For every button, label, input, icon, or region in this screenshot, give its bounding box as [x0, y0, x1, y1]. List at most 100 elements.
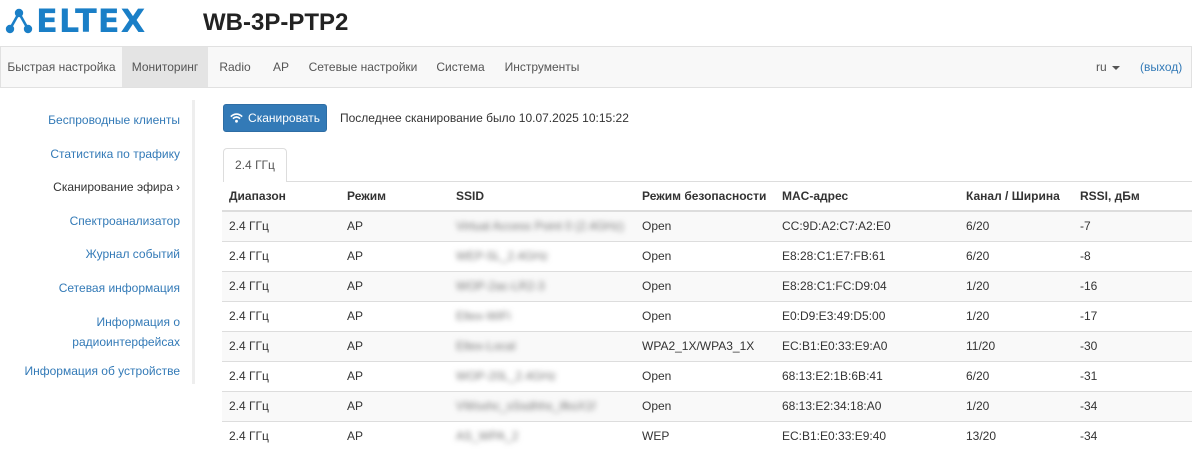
cell-ssid: Eltex-Local	[449, 330, 635, 361]
eltex-logo-icon	[5, 8, 33, 34]
cell-rssi: -7	[1073, 210, 1192, 241]
chevron-right-icon: ›	[176, 180, 180, 194]
last-scan-status: Последнее сканирование было 10.07.2025 1…	[340, 111, 629, 125]
cell-security: Open	[635, 360, 775, 391]
cell-mode: AP	[340, 270, 449, 301]
logout-link[interactable]: (выход)	[1140, 47, 1182, 87]
device-title: WB-3P-PTP2	[203, 9, 349, 36]
header: ELTEX WB-3P-PTP2	[0, 0, 1194, 46]
cell-band: 2.4 ГГц	[222, 330, 340, 361]
language-label: ru	[1096, 60, 1107, 74]
cell-ssid: VWsxhc_sSsdhhs_ifksX1f	[449, 390, 635, 421]
sidebar-item-air-scan[interactable]: Сканирование эфира ›	[53, 177, 180, 197]
cell-mode: AP	[340, 390, 449, 421]
cell-band: 2.4 ГГц	[222, 420, 340, 451]
cell-mac: E8:28:C1:E7:FB:61	[775, 240, 959, 271]
cell-band: 2.4 ГГц	[222, 270, 340, 301]
sidebar-item-label: Сканирование эфира	[53, 180, 173, 194]
nav-tools[interactable]: Инструменты	[495, 47, 589, 87]
cell-mode: AP	[340, 330, 449, 361]
nav-ap[interactable]: AP	[262, 47, 300, 87]
ssid-blurred-text: Eltex-WiFi	[456, 309, 511, 323]
table-row: 2.4 ГГц AP Eltex-WiFi Open E0:D9:E3:49:D5:00…	[222, 300, 1192, 331]
column-header-mode[interactable]: Режим	[340, 182, 449, 212]
cell-channel: 1/20	[959, 390, 1073, 421]
cell-mode: AP	[340, 360, 449, 391]
cell-ssid: WOP-20L_2.4GHz	[449, 360, 635, 391]
column-header-mac[interactable]: MAC-адрес	[775, 182, 959, 212]
cell-channel: 6/20	[959, 210, 1073, 241]
sidebar-item-label-line2: радиоинтерфейсах	[72, 335, 180, 349]
cell-band: 2.4 ГГц	[222, 300, 340, 331]
table-row: 2.4 ГГц AP Eltex-Local WPA2_1X/WPA3_1X EC:B1…	[222, 330, 1192, 361]
sidebar-item-event-log[interactable]: Журнал событий	[86, 244, 180, 264]
logo-text: ELTEX	[36, 2, 147, 40]
scan-button[interactable]: Сканировать	[223, 104, 327, 132]
cell-channel: 1/20	[959, 300, 1073, 331]
nav-radio[interactable]: Radio	[208, 47, 262, 87]
cell-band: 2.4 ГГц	[222, 240, 340, 271]
caret-down-icon	[1111, 65, 1120, 70]
cell-rssi: -34	[1073, 390, 1192, 421]
column-header-channel[interactable]: Канал / Ширина	[959, 182, 1073, 212]
language-dropdown[interactable]: ru	[1096, 47, 1120, 87]
table-row: 2.4 ГГц AP WEP-5L_2.4GHz Open E8:28:C1:E7:FB…	[222, 240, 1192, 271]
nav-monitoring[interactable]: Мониторинг	[122, 47, 208, 87]
sidebar-item-wireless-clients[interactable]: Беспроводные клиенты	[48, 110, 180, 130]
cell-mac: EC:B1:E0:33:E9:40	[775, 420, 959, 451]
cell-channel: 11/20	[959, 330, 1073, 361]
column-header-security[interactable]: Режим безопасности	[635, 182, 775, 212]
cell-mac: E0:D9:E3:49:D5:00	[775, 300, 959, 331]
ssid-blurred-text: AS_WPA_2	[456, 429, 519, 444]
cell-band: 2.4 ГГц	[222, 390, 340, 421]
sidebar-item-label: Информация о	[96, 315, 180, 329]
sidebar-item-radio-info[interactable]: Информация о радиоинтерфейсах	[72, 312, 180, 352]
cell-mac: E8:28:C1:FC:D9:04	[775, 270, 959, 301]
sidebar-item-network-info[interactable]: Сетевая информация	[59, 278, 180, 298]
cell-mode: AP	[340, 210, 449, 241]
cell-ssid: Virtual Access Point 0 (2.4GHz)	[449, 210, 635, 241]
column-header-ssid[interactable]: SSID	[449, 182, 635, 212]
cell-rssi: -17	[1073, 300, 1192, 331]
cell-rssi: -30	[1073, 330, 1192, 361]
eltex-logo[interactable]: ELTEX	[4, 2, 147, 40]
ssid-blurred-text: WEP-5L_2.4GHz	[456, 249, 549, 263]
cell-security: Open	[635, 300, 775, 331]
ssid-blurred-text: WOP-20L_2.4GHz	[456, 369, 557, 383]
table-row: 2.4 ГГц AP Virtual Access Point 0 (2.4GHz)…	[222, 210, 1192, 241]
cell-security: Open	[635, 390, 775, 421]
sidebar: Беспроводные клиенты Статистика по трафи…	[0, 100, 195, 384]
ssid-blurred-text: Eltex-Local	[456, 339, 516, 353]
cell-security: WEP	[635, 420, 775, 451]
cell-band: 2.4 ГГц	[222, 210, 340, 241]
top-navbar: Быстрая настройка Мониторинг Radio AP Се…	[0, 46, 1192, 88]
nav-quick-setup[interactable]: Быстрая настройка	[1, 47, 122, 87]
cell-channel: 6/20	[959, 360, 1073, 391]
cell-channel: 6/20	[959, 240, 1073, 271]
cell-rssi: -31	[1073, 360, 1192, 391]
sidebar-item-traffic-stats[interactable]: Статистика по трафику	[50, 144, 180, 164]
column-header-rssi[interactable]: RSSI, дБм	[1073, 182, 1192, 212]
tab-2-4ghz[interactable]: 2.4 ГГц	[223, 148, 287, 182]
table-header-row: Диапазон Режим SSID Режим безопасности M…	[222, 182, 1192, 212]
nav-network-settings[interactable]: Сетевые настройки	[300, 47, 426, 87]
cell-ssid: AS_WPA_2	[449, 420, 635, 451]
wifi-icon	[230, 113, 243, 123]
cell-rssi: -16	[1073, 270, 1192, 301]
cell-mode: AP	[340, 300, 449, 331]
cell-security: Open	[635, 270, 775, 301]
sidebar-item-device-info[interactable]: Информация об устройстве	[24, 361, 180, 381]
cell-security: WPA2_1X/WPA3_1X	[635, 330, 775, 361]
ssid-blurred-text: VWsxhc_sSsdhhs_ifksX1f	[456, 399, 596, 413]
table-row: 2.4 ГГц AP WOP-20L_2.4GHz Open 68:13:E2:1B:6…	[222, 360, 1192, 391]
scan-results-table: Диапазон Режим SSID Режим безопасности M…	[222, 182, 1192, 451]
cell-band: 2.4 ГГц	[222, 360, 340, 391]
cell-ssid: Eltex-WiFi	[449, 300, 635, 331]
cell-mac: 68:13:E2:1B:6B:41	[775, 360, 959, 391]
table-row: 2.4 ГГц AP VWsxhc_sSsdhhs_ifksX1f Open 68:13…	[222, 390, 1192, 421]
nav-system[interactable]: Система	[426, 47, 495, 87]
column-header-band[interactable]: Диапазон	[222, 182, 340, 212]
cell-channel: 1/20	[959, 270, 1073, 301]
sidebar-item-spectrum-analyzer[interactable]: Спектроанализатор	[70, 211, 180, 231]
cell-mac: CC:9D:A2:C7:A2:E0	[775, 210, 959, 241]
